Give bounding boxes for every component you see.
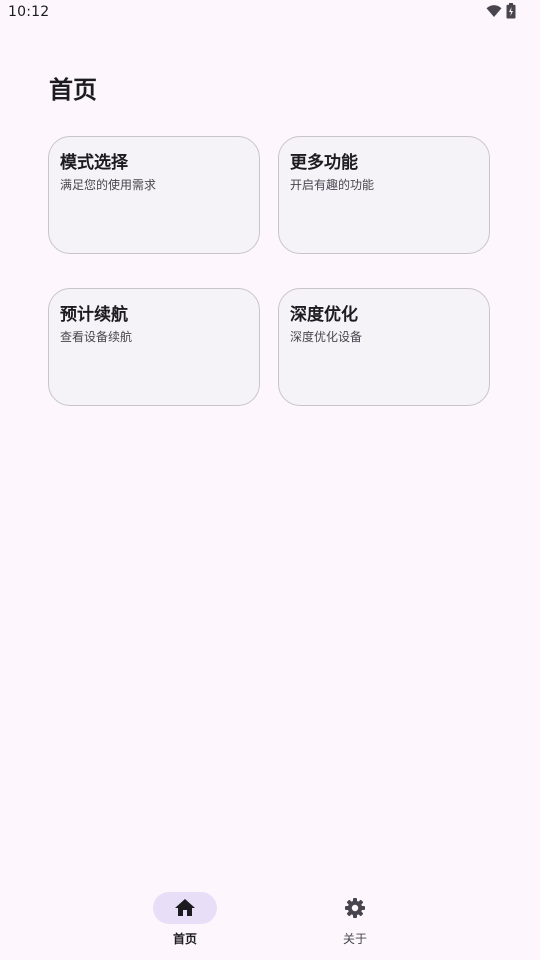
card-mode-select[interactable]: 模式选择 满足您的使用需求 <box>48 136 260 254</box>
card-subtitle: 满足您的使用需求 <box>60 178 157 192</box>
bottom-nav: 首页 关于 <box>0 880 540 960</box>
battery-icon <box>506 3 516 19</box>
card-title: 模式选择 <box>60 153 128 173</box>
gear-icon <box>345 898 365 918</box>
nav-item-about[interactable]: 关于 <box>305 892 405 952</box>
card-title: 更多功能 <box>290 153 358 173</box>
status-bar: 10:12 <box>0 0 540 24</box>
home-icon <box>175 899 195 916</box>
card-battery-estimate[interactable]: 预计续航 查看设备续航 <box>48 288 260 406</box>
page-title: 首页 <box>49 76 97 104</box>
card-subtitle: 查看设备续航 <box>60 330 133 344</box>
nav-label-home: 首页 <box>172 932 197 946</box>
status-icons <box>486 3 516 19</box>
card-subtitle: 深度优化设备 <box>290 330 363 344</box>
card-subtitle: 开启有趣的功能 <box>290 178 375 192</box>
card-deep-optimize[interactable]: 深度优化 深度优化设备 <box>278 288 490 406</box>
card-title: 预计续航 <box>60 305 128 325</box>
card-title: 深度优化 <box>290 305 358 325</box>
wifi-icon <box>486 5 502 17</box>
nav-label-about: 关于 <box>342 932 367 946</box>
status-time: 10:12 <box>8 4 50 20</box>
card-more-features[interactable]: 更多功能 开启有趣的功能 <box>278 136 490 254</box>
nav-item-home[interactable]: 首页 <box>135 892 235 952</box>
